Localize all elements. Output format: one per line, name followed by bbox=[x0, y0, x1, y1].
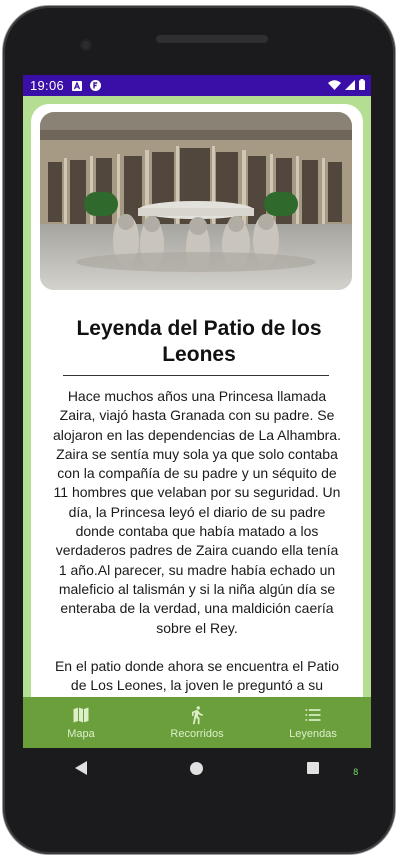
status-time: 19:06 bbox=[30, 78, 65, 93]
legend-title: Leyenda del Patio de los Leones bbox=[76, 317, 322, 366]
legend-paragraph: Hace muchos años una Princesa llamada Za… bbox=[53, 388, 341, 636]
legend-card: Leyenda del Patio de los Leones Hace muc… bbox=[31, 104, 363, 697]
sim-a-icon bbox=[72, 80, 83, 91]
nav-label: Leyendas bbox=[289, 728, 337, 740]
recent-apps-icon[interactable] bbox=[307, 762, 320, 774]
nav-label: Recorridos bbox=[170, 728, 224, 740]
battery-icon bbox=[359, 78, 365, 93]
title-divider bbox=[63, 375, 329, 376]
content-area[interactable]: Leyenda del Patio de los Leones Hace muc… bbox=[23, 96, 371, 697]
wifi-icon bbox=[328, 78, 341, 93]
patio-de-los-leones-image bbox=[40, 112, 352, 290]
bottom-navigation: Mapa Recorridos Leyendas bbox=[23, 697, 371, 748]
screen: 19:06 Leyenda del Patio de los Leones Ha… bbox=[23, 75, 371, 748]
nav-item-recorridos[interactable]: Recorridos bbox=[139, 697, 255, 748]
signal-icon bbox=[345, 78, 355, 93]
front-camera bbox=[80, 39, 92, 51]
legend-body: Hace muchos años una Princesa llamada Za… bbox=[52, 387, 342, 697]
system-navigation-bar bbox=[23, 748, 371, 788]
home-icon[interactable] bbox=[190, 761, 204, 775]
status-bar: 19:06 bbox=[23, 75, 371, 96]
list-icon bbox=[305, 709, 321, 721]
back-icon[interactable] bbox=[74, 761, 87, 775]
nav-item-mapa[interactable]: Mapa bbox=[23, 697, 139, 748]
hero-image bbox=[40, 112, 352, 290]
app-notification-icon bbox=[90, 80, 102, 91]
nav-item-leyendas[interactable]: Leyendas bbox=[255, 697, 371, 748]
corner-label: 8 bbox=[353, 768, 359, 778]
legend-paragraph: En el patio donde ahora se encuentra el … bbox=[54, 657, 340, 697]
walking-icon bbox=[192, 706, 203, 725]
map-icon bbox=[73, 707, 89, 723]
nav-label: Mapa bbox=[67, 728, 95, 740]
speaker-grille bbox=[156, 35, 268, 43]
